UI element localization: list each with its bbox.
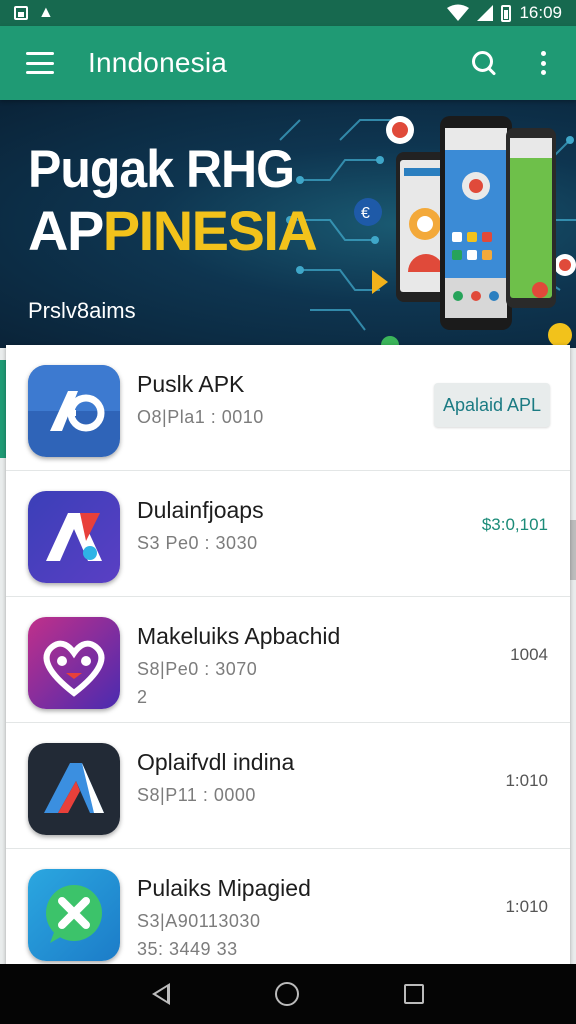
- scrollbar-indicator[interactable]: [570, 520, 576, 580]
- menu-icon[interactable]: [26, 52, 54, 74]
- app-icon: [28, 617, 120, 709]
- app-list: Puslk APK O8|Pla1 : 0010 Apalaid APL Dul…: [6, 345, 570, 975]
- app-meta: S3 Pe0 : 3030: [137, 533, 258, 553]
- app-meta: S8|Pe0 : 3070: [137, 659, 258, 679]
- app-icon: [28, 491, 120, 583]
- status-time: 16:09: [519, 3, 562, 22]
- app-name: Pulaiks Mipagied: [137, 875, 311, 901]
- app-icon: [28, 365, 120, 457]
- app-meta: O8|Pla1 : 0010: [137, 407, 264, 427]
- app-bar: Inndonesia: [0, 26, 576, 100]
- app-meta-secondary: 35: 3449 33: [137, 939, 238, 959]
- app-meta-secondary: 2: [137, 687, 148, 707]
- svg-text:€: €: [361, 205, 370, 222]
- app-name: Dulainfjoaps: [137, 497, 264, 523]
- signal-icon: [477, 5, 494, 21]
- search-icon[interactable]: [470, 49, 498, 77]
- app-size: 1:010: [505, 771, 548, 790]
- app-size: 1004: [510, 645, 548, 664]
- promo-banner[interactable]: € Pugak RHG APPINESIA Prslv8aims: [0, 100, 576, 348]
- list-item[interactable]: Oplaifvdl indina S8|P11 : 0000 1:010: [6, 723, 570, 849]
- status-right-icons: 16:09: [447, 3, 562, 23]
- page-title: Inndonesia: [88, 47, 228, 78]
- list-item[interactable]: Dulainfjoaps S3 Pe0 : 3030 $3:0,101: [6, 471, 570, 597]
- more-options-icon[interactable]: [540, 51, 546, 75]
- status-left-icons: ▲: [14, 4, 54, 22]
- download-button[interactable]: Apalaid APL: [434, 383, 550, 427]
- gallery-notification-icon: [14, 6, 28, 20]
- banner-title-accent: PINESIA: [102, 199, 318, 262]
- navigation-bar: [0, 964, 576, 1024]
- app-icon: [28, 869, 120, 961]
- app-price[interactable]: $3:0,101: [482, 515, 548, 535]
- status-bar: ▲ 16:09: [0, 0, 576, 26]
- app-size: 1:010: [505, 897, 548, 916]
- app-notification-icon: ▲: [38, 4, 54, 21]
- screen: ▲ 16:09 Inndonesia € Pugak RHG APPINESIA…: [0, 0, 576, 1024]
- battery-icon: [501, 4, 512, 22]
- wifi-icon: [447, 4, 470, 21]
- banner-title-prefix: AP: [28, 199, 104, 262]
- list-item[interactable]: Puslk APK O8|Pla1 : 0010 Apalaid APL: [6, 345, 570, 471]
- back-icon[interactable]: [152, 983, 171, 1005]
- banner-title-line2: APPINESIA: [28, 198, 318, 263]
- app-meta: S3|A90113030: [137, 911, 261, 931]
- list-item[interactable]: Makeluiks Apbachid S8|Pe0 : 3070 2 1004: [6, 597, 570, 723]
- banner-subtitle: Prslv8aims: [28, 298, 136, 323]
- app-icon: [28, 743, 120, 835]
- list-item[interactable]: Pulaiks Mipagied S3|A90113030 35: 3449 3…: [6, 849, 570, 975]
- app-name: Makeluiks Apbachid: [137, 623, 341, 649]
- banner-title: Pugak RHG: [28, 139, 295, 199]
- home-icon[interactable]: [274, 982, 299, 1006]
- app-name: Oplaifvdl indina: [137, 749, 295, 775]
- app-name: Puslk APK: [137, 371, 245, 397]
- recent-apps-icon[interactable]: [403, 984, 424, 1004]
- app-meta: S8|P11 : 0000: [137, 785, 256, 805]
